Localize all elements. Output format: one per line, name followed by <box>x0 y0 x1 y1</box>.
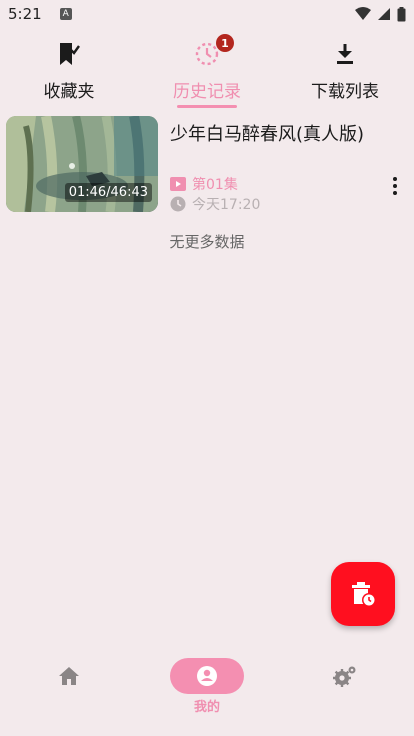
settings-icon <box>333 666 356 687</box>
tab-label: 下载列表 <box>311 82 379 102</box>
home-icon <box>59 667 79 685</box>
bottom-navigation: 我的 <box>0 650 414 736</box>
battery-icon <box>397 6 406 21</box>
watched-time: 今天17:20 <box>192 197 261 213</box>
tab-downloads[interactable]: 下载列表 <box>276 34 414 112</box>
video-thumbnail[interactable]: 01:46/46:43 <box>6 116 158 212</box>
status-icons <box>355 6 406 22</box>
tab-label: 收藏夹 <box>43 82 95 102</box>
status-bar: 5:21 A <box>0 0 414 28</box>
nav-pill <box>32 658 106 694</box>
top-tabs: 收藏夹 1 历史记录 下载列表 <box>0 34 414 112</box>
tab-history[interactable]: 1 历史记录 <box>138 34 276 112</box>
play-episode-icon <box>170 177 186 191</box>
tab-favorites[interactable]: 收藏夹 <box>0 34 138 112</box>
wifi-icon <box>355 7 371 20</box>
delete-history-icon <box>352 582 376 607</box>
history-icon: 1 <box>194 34 234 70</box>
no-more-data-text: 无更多数据 <box>169 233 245 251</box>
clock-icon <box>170 196 186 212</box>
more-options-button[interactable] <box>388 174 402 198</box>
tab-label: 历史记录 <box>173 82 241 102</box>
more-vert-icon <box>393 177 397 181</box>
signal-icon <box>378 8 390 20</box>
nav-profile[interactable]: 我的 <box>138 650 276 736</box>
notification-a-icon: A <box>59 8 72 20</box>
status-time: 5:21 <box>8 5 42 23</box>
nav-label: 我的 <box>193 700 220 715</box>
nav-pill <box>308 658 382 694</box>
profile-icon <box>197 666 217 686</box>
nav-settings[interactable] <box>276 650 414 736</box>
history-item-info: 少年白马醉春风(真人版) 第01集 今天17:20 <box>170 116 408 214</box>
history-list-item[interactable]: 01:46/46:43 少年白马醉春风(真人版) 第01集 今天17:20 <box>6 116 408 214</box>
clear-history-button[interactable] <box>331 562 395 626</box>
download-icon <box>334 38 356 70</box>
nav-pill <box>170 658 244 694</box>
time-row: 今天17:20 <box>170 194 260 214</box>
nav-home[interactable] <box>0 650 138 736</box>
episode-label: 第01集 <box>192 177 238 193</box>
bookmark-check-icon <box>57 38 81 70</box>
episode-row: 第01集 <box>170 174 238 194</box>
watch-progress: 01:46/46:43 <box>64 183 152 202</box>
video-title: 少年白马醉春风(真人版) <box>170 124 365 145</box>
active-tab-indicator <box>177 105 237 108</box>
history-badge: 1 <box>216 34 234 52</box>
